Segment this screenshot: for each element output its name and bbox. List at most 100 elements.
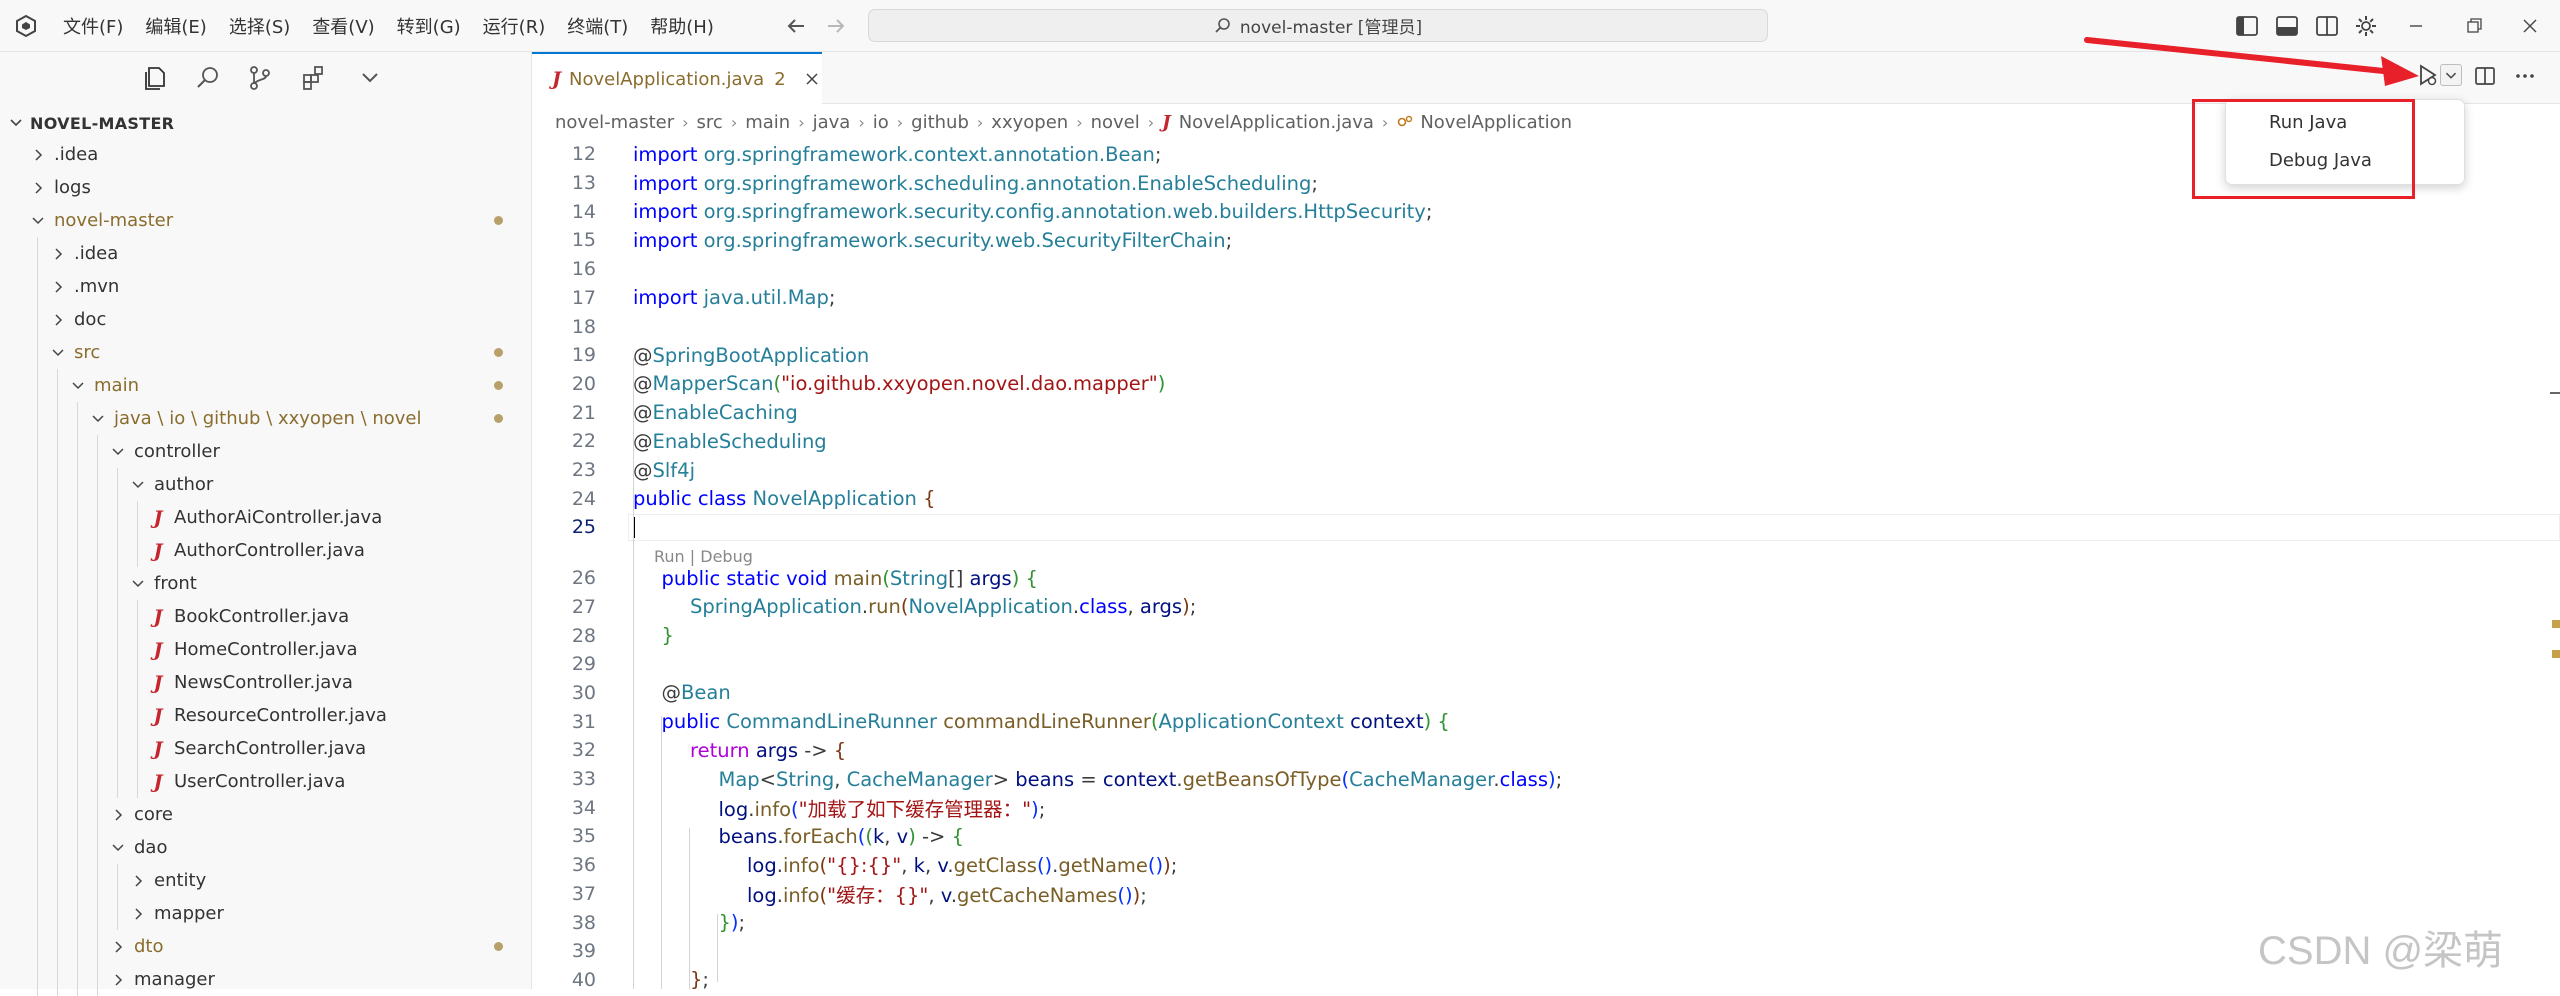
more-actions-icon[interactable] [2512, 63, 2538, 89]
tree-item-file[interactable]: J NewsController.java [0, 666, 531, 699]
menu-item[interactable]: 选择(S) [218, 13, 301, 39]
tree-item-folder[interactable]: .mvn [0, 270, 531, 303]
close-window-icon[interactable] [2516, 12, 2544, 40]
tree-item-folder[interactable]: manager [0, 963, 531, 996]
tree-item-folder[interactable]: entity [0, 864, 531, 897]
code-line[interactable]: 31 public CommandLineRunner commandLineRu… [532, 707, 2560, 736]
code-line[interactable]: 25 [532, 513, 2560, 542]
tree-item-folder[interactable]: core [0, 798, 531, 831]
code-line[interactable]: 29 [532, 650, 2560, 679]
breadcrumb-item[interactable]: NovelApplication.java [1179, 112, 1374, 133]
code-token: ( [791, 798, 799, 822]
command-center-search[interactable]: novel-master [管理员] [868, 9, 1768, 42]
menu-item[interactable]: 运行(R) [472, 13, 557, 39]
tree-item-folder[interactable]: .idea [0, 237, 531, 270]
code-line[interactable]: 36 log.info("{}:{}", k, v.getClass().getN… [532, 851, 2560, 880]
explorer-root-title[interactable]: NOVEL-MASTER [30, 114, 174, 133]
editor-tab-active[interactable]: J NovelApplication.java 2 [532, 52, 822, 104]
explorer-files-icon[interactable] [140, 62, 172, 94]
code-line[interactable]: 16 [532, 255, 2560, 284]
breadcrumb-item[interactable]: src [697, 112, 723, 133]
menu-item[interactable]: 帮助(H) [639, 13, 725, 39]
breadcrumb-item[interactable]: novel-master [555, 112, 674, 133]
forward-arrow-icon[interactable] [822, 12, 850, 40]
code-line[interactable]: 17 import java.util.Map; [532, 284, 2560, 313]
indent-guide [137, 534, 138, 567]
breadcrumb-item[interactable]: NovelApplication [1420, 112, 1572, 133]
chevron-down-icon[interactable] [8, 115, 24, 131]
code-text: public static void main(String[] args) { [662, 567, 1038, 590]
tree-item-folder[interactable]: author [0, 468, 531, 501]
tree-item-folder[interactable]: dto [0, 930, 531, 963]
tree-item-file[interactable]: J UserController.java [0, 765, 531, 798]
tree-item-folder[interactable]: main [0, 369, 531, 402]
tree-item-folder[interactable]: src [0, 336, 531, 369]
split-editor-icon[interactable] [2472, 63, 2498, 89]
code-line[interactable]: 21 @EnableCaching [532, 398, 2560, 427]
code-line[interactable]: 14 import org.springframework.security.co… [532, 197, 2560, 226]
menu-item[interactable]: 编辑(E) [134, 13, 217, 39]
tree-item-file[interactable]: J HomeController.java [0, 633, 531, 666]
breadcrumb-item[interactable]: xxyopen [991, 112, 1068, 133]
code-line[interactable]: 23 @Slf4j [532, 456, 2560, 485]
code-line[interactable]: 38}); [532, 908, 2560, 937]
breadcrumb-item[interactable]: io [873, 112, 889, 133]
code-line[interactable]: 40}; [532, 966, 2560, 989]
extensions-icon[interactable] [298, 62, 330, 94]
code-line[interactable]: 27 SpringApplication.run(NovelApplication… [532, 593, 2560, 622]
tree-item-folder[interactable]: java \ io \ github \ xxyopen \ novel [0, 402, 531, 435]
tree-item-folder[interactable]: mapper [0, 897, 531, 930]
tree-item-folder[interactable]: doc [0, 303, 531, 336]
tree-item-file[interactable]: J AuthorAiController.java [0, 501, 531, 534]
breadcrumb-item[interactable]: novel [1091, 112, 1140, 133]
code-line[interactable]: 30 @Bean [532, 679, 2560, 708]
tree-item-file[interactable]: J SearchController.java [0, 732, 531, 765]
code-line[interactable]: 37 log.info("缓存：{}", v.getCacheNames()); [532, 880, 2560, 909]
tree-item-folder[interactable]: logs [0, 171, 531, 204]
tree-item-folder[interactable]: .idea [0, 138, 531, 171]
code-line[interactable]: 18 [532, 312, 2560, 341]
app-logo-icon[interactable] [14, 14, 38, 38]
menu-item[interactable]: 转到(G) [386, 13, 472, 39]
code-line[interactable]: 39 [532, 937, 2560, 966]
code-line[interactable]: 32 return args -> { [532, 736, 2560, 765]
indent-guide [117, 864, 118, 897]
code-token: org.springframework.context.annotation.B… [703, 142, 1155, 166]
indent-guide [37, 270, 38, 303]
tree-item-folder[interactable]: novel-master [0, 204, 531, 237]
tree-item-file[interactable]: J ResourceController.java [0, 699, 531, 732]
code-line[interactable]: 19 @SpringBootApplication [532, 341, 2560, 370]
code-line[interactable]: 15 import org.springframework.security.we… [532, 226, 2560, 255]
tree-item-file[interactable]: J AuthorController.java [0, 534, 531, 567]
code-line[interactable]: 34 log.info("加载了如下缓存管理器："); [532, 793, 2560, 822]
code-line[interactable]: 24 public class NovelApplication { [532, 484, 2560, 513]
tree-item-file[interactable]: J BookController.java [0, 600, 531, 633]
menu-item[interactable]: 文件(F) [52, 13, 134, 39]
code-line[interactable]: 22 @EnableScheduling [532, 427, 2560, 456]
close-icon[interactable] [804, 71, 820, 87]
source-control-icon[interactable] [244, 62, 276, 94]
code-editor[interactable]: 12 import org.springframework.context.ann… [532, 138, 2560, 989]
breadcrumb-item[interactable]: github [911, 112, 969, 133]
search-view-icon[interactable] [192, 62, 224, 94]
code-line[interactable]: 33 Map<String, CacheManager> beans = cont… [532, 765, 2560, 794]
chevron-down-icon[interactable] [354, 62, 386, 94]
restore-icon[interactable] [2460, 12, 2488, 40]
tree-item-folder[interactable]: controller [0, 435, 531, 468]
code-line[interactable]: 26 public static void main(String[] args)… [532, 564, 2560, 593]
code-line[interactable]: 28} [532, 621, 2560, 650]
code-line[interactable]: 35 beans.forEach((k, v) -> { [532, 822, 2560, 851]
run-dropdown-chevron-icon[interactable] [2440, 64, 2462, 86]
indent-guide [77, 798, 78, 831]
code-line[interactable]: 20 @MapperScan("io.github.xxyopen.novel.d… [532, 370, 2560, 399]
modified-indicator [494, 942, 503, 951]
tree-item-folder[interactable]: dao [0, 831, 531, 864]
back-arrow-icon[interactable] [782, 12, 810, 40]
tree-item-label: AuthorController.java [174, 540, 365, 561]
breadcrumb-item[interactable]: main [745, 112, 790, 133]
code-token: Map [718, 767, 760, 791]
menu-item[interactable]: 查看(V) [301, 13, 385, 39]
menu-item[interactable]: 终端(T) [556, 13, 639, 39]
tree-item-folder[interactable]: front [0, 567, 531, 600]
breadcrumb-item[interactable]: java [813, 112, 851, 133]
